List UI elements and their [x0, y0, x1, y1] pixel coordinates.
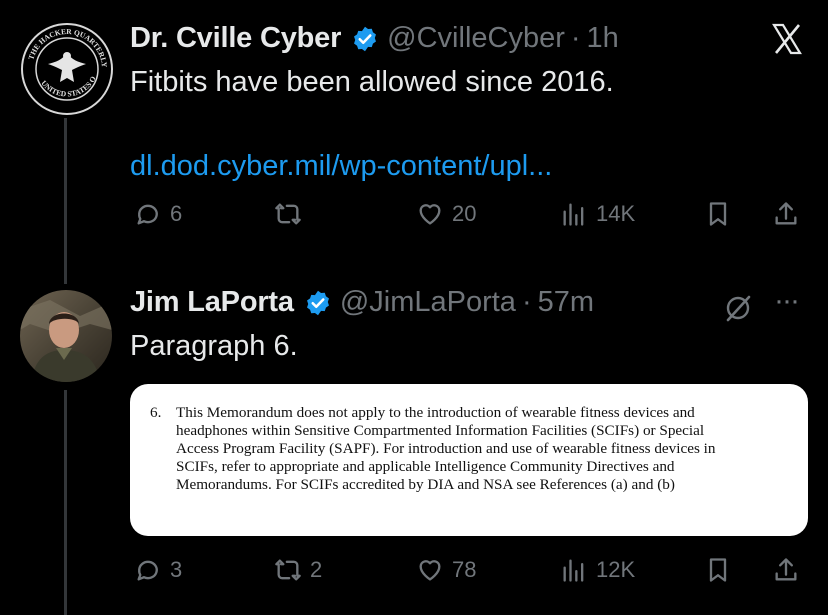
paragraph-number: 6. [150, 404, 162, 421]
retweet-button[interactable]: 2 [274, 556, 322, 584]
like-count: 20 [452, 201, 477, 226]
close-icon[interactable] [770, 22, 804, 56]
bookmark-icon [709, 558, 727, 582]
document-text: 6. This Memorandum does not apply to the … [150, 404, 784, 494]
author-handle[interactable]: @CvilleCyber [387, 22, 565, 55]
bookmark-button[interactable] [704, 556, 732, 584]
doc-line-5: Memorandums. For SCIFs accredited by DIA… [176, 476, 675, 493]
retweet-count: 2 [310, 557, 323, 582]
tweet-text: Paragraph 6. [130, 330, 298, 362]
bookmark-button[interactable] [704, 200, 732, 228]
tweet2-header: Jim LaPorta @JimLaPorta · 57m [130, 286, 594, 319]
author-name[interactable]: Dr. Cville Cyber [130, 22, 341, 55]
author-handle[interactable]: @JimLaPorta [340, 286, 516, 319]
reply-count: 6 [170, 201, 183, 226]
more-options-button[interactable]: ··· [774, 284, 800, 318]
share-button[interactable] [772, 200, 800, 228]
tweet-timestamp[interactable]: 1h [587, 22, 619, 55]
heart-icon [419, 560, 441, 581]
tweet1-actions: 6 20 14K [130, 200, 810, 236]
share-icon [775, 202, 797, 225]
like-button[interactable]: 20 [416, 200, 476, 228]
reply-icon [137, 204, 158, 225]
tweet-timestamp[interactable]: 57m [538, 286, 594, 319]
grok-icon[interactable] [722, 292, 754, 324]
retweet-icon [275, 203, 301, 225]
verified-badge-icon [354, 26, 377, 51]
verified-badge-icon [306, 290, 329, 315]
avatar-jim-laporta[interactable] [20, 290, 112, 382]
heart-icon [419, 204, 441, 225]
tweet-link[interactable]: dl.dod.cyber.mil/wp-content/upl... [130, 150, 552, 183]
avatar[interactable]: THE HACKER QUARTERLY UNITED STATES OF AM… [18, 20, 116, 118]
thread-line-bottom [64, 390, 67, 615]
reply-button[interactable]: 6 [134, 200, 182, 228]
bookmark-icon [709, 202, 727, 226]
doc-line-4: SCIFs, refer to appropriate and applicab… [176, 458, 675, 475]
views-count: 12K [596, 557, 636, 582]
reply-button[interactable]: 3 [134, 556, 182, 584]
tweet2-actions: 3 2 78 12K [130, 556, 810, 592]
share-icon [775, 558, 797, 581]
doc-line-1: 6. This Memorandum does not apply to the … [150, 404, 695, 421]
author-name[interactable]: Jim LaPorta [130, 286, 294, 319]
like-count: 78 [452, 557, 477, 582]
analytics-icon [563, 203, 584, 226]
separator-dot: · [521, 286, 532, 318]
retweet-button[interactable] [274, 200, 310, 228]
document-image[interactable]: 6. This Memorandum does not apply to the … [130, 384, 808, 536]
separator-dot: · [570, 22, 581, 54]
thread-line-top [64, 118, 67, 284]
retweet-icon [275, 559, 301, 581]
views-button[interactable]: 12K [560, 556, 635, 584]
tweet1-header: Dr. Cville Cyber @CvilleCyber · 1h [130, 22, 619, 55]
share-button[interactable] [772, 556, 800, 584]
tweet-text: Fitbits have been allowed since 2016. [130, 66, 614, 98]
reply-icon [137, 560, 158, 581]
views-count: 14K [596, 201, 636, 226]
doc-line-2: headphones within Sensitive Compartmente… [176, 422, 705, 439]
analytics-icon [563, 559, 584, 582]
views-button[interactable]: 14K [560, 200, 635, 228]
doc-line-3: Access Program Facility (SAPF). For intr… [176, 440, 716, 457]
like-button[interactable]: 78 [416, 556, 476, 584]
reply-count: 3 [170, 557, 183, 582]
